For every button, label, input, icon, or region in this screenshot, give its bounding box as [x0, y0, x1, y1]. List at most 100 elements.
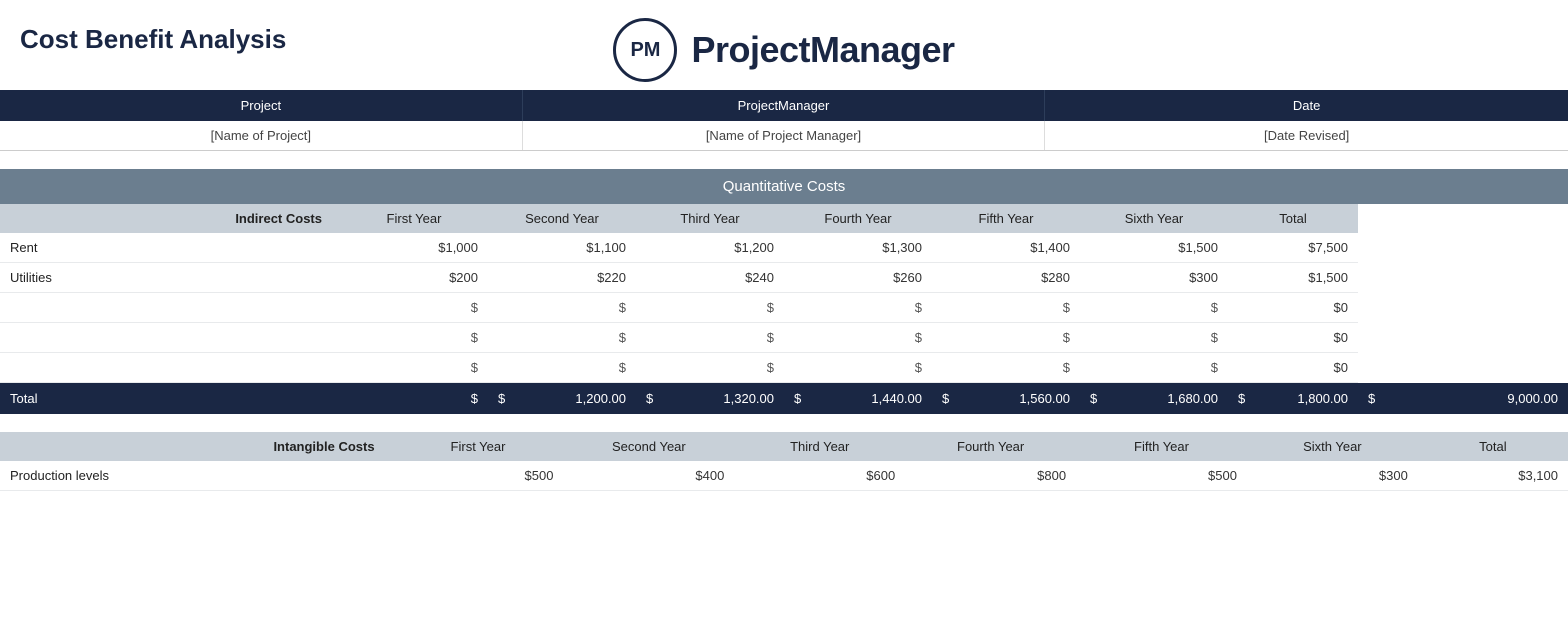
intang-col-year4: Fourth Year: [905, 432, 1076, 461]
intang-col-year5: Fifth Year: [1076, 432, 1247, 461]
intangible-costs-header-row: Intangible Costs First Year Second Year …: [0, 432, 1568, 461]
total-val-y3: $ 1,440.00: [784, 383, 932, 415]
total-ds2: $: [498, 391, 509, 406]
intang-col-year1: First Year: [393, 432, 564, 461]
row-val-y4: $: [784, 293, 932, 323]
row-val-y2: $: [488, 323, 636, 353]
section-spacer: [0, 414, 1568, 432]
row-val-y3: $: [636, 353, 784, 383]
row-val-y4: $260: [784, 263, 932, 293]
logo-area: PM ProjectManager: [613, 18, 954, 82]
info-bar-values: [Name of Project] [Name of Project Manag…: [0, 121, 1568, 151]
total-ds4: $: [794, 391, 805, 406]
info-header-pm: ProjectManager: [523, 90, 1046, 121]
total-val-grand: $ 9,000.00: [1358, 383, 1568, 415]
row-val-y6: $: [1080, 323, 1228, 353]
row-val-y3: $1,200: [636, 233, 784, 263]
row-label: [0, 353, 340, 383]
quantitative-costs-header: Quantitative Costs: [0, 169, 1568, 204]
total-ds6: $: [1090, 391, 1101, 406]
intang-col-year2: Second Year: [563, 432, 734, 461]
total-label: Total: [0, 383, 340, 415]
row-val-y2: $1,100: [488, 233, 636, 263]
col-year3: Third Year: [636, 204, 784, 233]
row-val-y1: $: [340, 323, 488, 353]
col-year5: Fifth Year: [932, 204, 1080, 233]
row-val-y6: $: [1080, 353, 1228, 383]
row-val-y1: $1,000: [340, 233, 488, 263]
row-total: $0: [1228, 353, 1358, 383]
row-val-y2: $: [488, 353, 636, 383]
info-header-project: Project: [0, 90, 523, 121]
row-label: Rent: [0, 233, 340, 263]
row-val-y6: $: [1080, 293, 1228, 323]
row-label: Utilities: [0, 263, 340, 293]
row-val-y5: $: [932, 353, 1080, 383]
row-total: $7,500: [1228, 233, 1358, 263]
row-total: $0: [1228, 293, 1358, 323]
info-bar-headers: Project ProjectManager Date: [0, 90, 1568, 121]
row-val-y5: $280: [932, 263, 1080, 293]
row-label: Production levels: [0, 461, 393, 491]
total-ds3: $: [646, 391, 657, 406]
total-row: Total $ $ 1,200.00 $ 1,320.00 $: [0, 383, 1568, 415]
col-year6: Sixth Year: [1080, 204, 1228, 233]
row-val-y4: $800: [905, 461, 1076, 491]
row-val-y4: $: [784, 353, 932, 383]
total-v2: 1,320.00: [723, 391, 774, 406]
row-val-y5: $: [932, 323, 1080, 353]
table-row: $ $ $ $ $ $ $0: [0, 293, 1568, 323]
row-val-y1: $: [340, 353, 488, 383]
indirect-costs-table: Indirect Costs First Year Second Year Th…: [0, 204, 1568, 414]
row-val-y5: $1,400: [932, 233, 1080, 263]
row-label: [0, 293, 340, 323]
col-year2: Second Year: [488, 204, 636, 233]
row-val-y2: $220: [488, 263, 636, 293]
row-val-y2: $: [488, 293, 636, 323]
row-val-y3: $: [636, 323, 784, 353]
page-title: Cost Benefit Analysis: [20, 24, 286, 55]
total-v1: 1,200.00: [575, 391, 626, 406]
row-val-y6: $1,500: [1080, 233, 1228, 263]
total-val-y2: $ 1,320.00: [636, 383, 784, 415]
intang-col-year6: Sixth Year: [1247, 432, 1418, 461]
total-v5: 1,680.00: [1167, 391, 1218, 406]
total-ds5: $: [942, 391, 953, 406]
row-val-y1: $200: [340, 263, 488, 293]
total-val-y1: $ 1,200.00: [488, 383, 636, 415]
row-val-y2: $400: [563, 461, 734, 491]
page: Cost Benefit Analysis PM ProjectManager …: [0, 0, 1568, 626]
intang-col-year3: Third Year: [734, 432, 905, 461]
total-ds1: $: [340, 383, 488, 415]
row-val-y3: $: [636, 293, 784, 323]
intangible-costs-table: Intangible Costs First Year Second Year …: [0, 432, 1568, 491]
total-val-y4: $ 1,560.00: [932, 383, 1080, 415]
row-total: $3,100: [1418, 461, 1568, 491]
row-val-y4: $: [784, 323, 932, 353]
row-val-y5: $500: [1076, 461, 1247, 491]
header: Cost Benefit Analysis PM ProjectManager: [0, 0, 1568, 90]
row-val-y6: $300: [1080, 263, 1228, 293]
col-year1: First Year: [340, 204, 488, 233]
row-val-y5: $: [932, 293, 1080, 323]
info-value-pm: [Name of Project Manager]: [523, 121, 1046, 150]
total-grand: 9,000.00: [1507, 391, 1558, 406]
info-value-date: [Date Revised]: [1045, 121, 1568, 150]
row-val-y1: $500: [393, 461, 564, 491]
brand-name: ProjectManager: [691, 29, 954, 71]
info-header-date: Date: [1045, 90, 1568, 121]
indirect-costs-label-header: Indirect Costs: [0, 204, 340, 233]
col-year4: Fourth Year: [784, 204, 932, 233]
row-val-y3: $600: [734, 461, 905, 491]
table-row: Utilities $200 $220 $240 $260 $280 $300 …: [0, 263, 1568, 293]
total-ds7: $: [1238, 391, 1249, 406]
row-val-y4: $1,300: [784, 233, 932, 263]
row-val-y1: $: [340, 293, 488, 323]
table-row: Production levels $500 $400 $600 $800 $5…: [0, 461, 1568, 491]
row-label: [0, 323, 340, 353]
row-val-y6: $300: [1247, 461, 1418, 491]
table-row: $ $ $ $ $ $ $0: [0, 323, 1568, 353]
table-row: Rent $1,000 $1,100 $1,200 $1,300 $1,400 …: [0, 233, 1568, 263]
total-v6: 1,800.00: [1297, 391, 1348, 406]
intang-col-total: Total: [1418, 432, 1568, 461]
